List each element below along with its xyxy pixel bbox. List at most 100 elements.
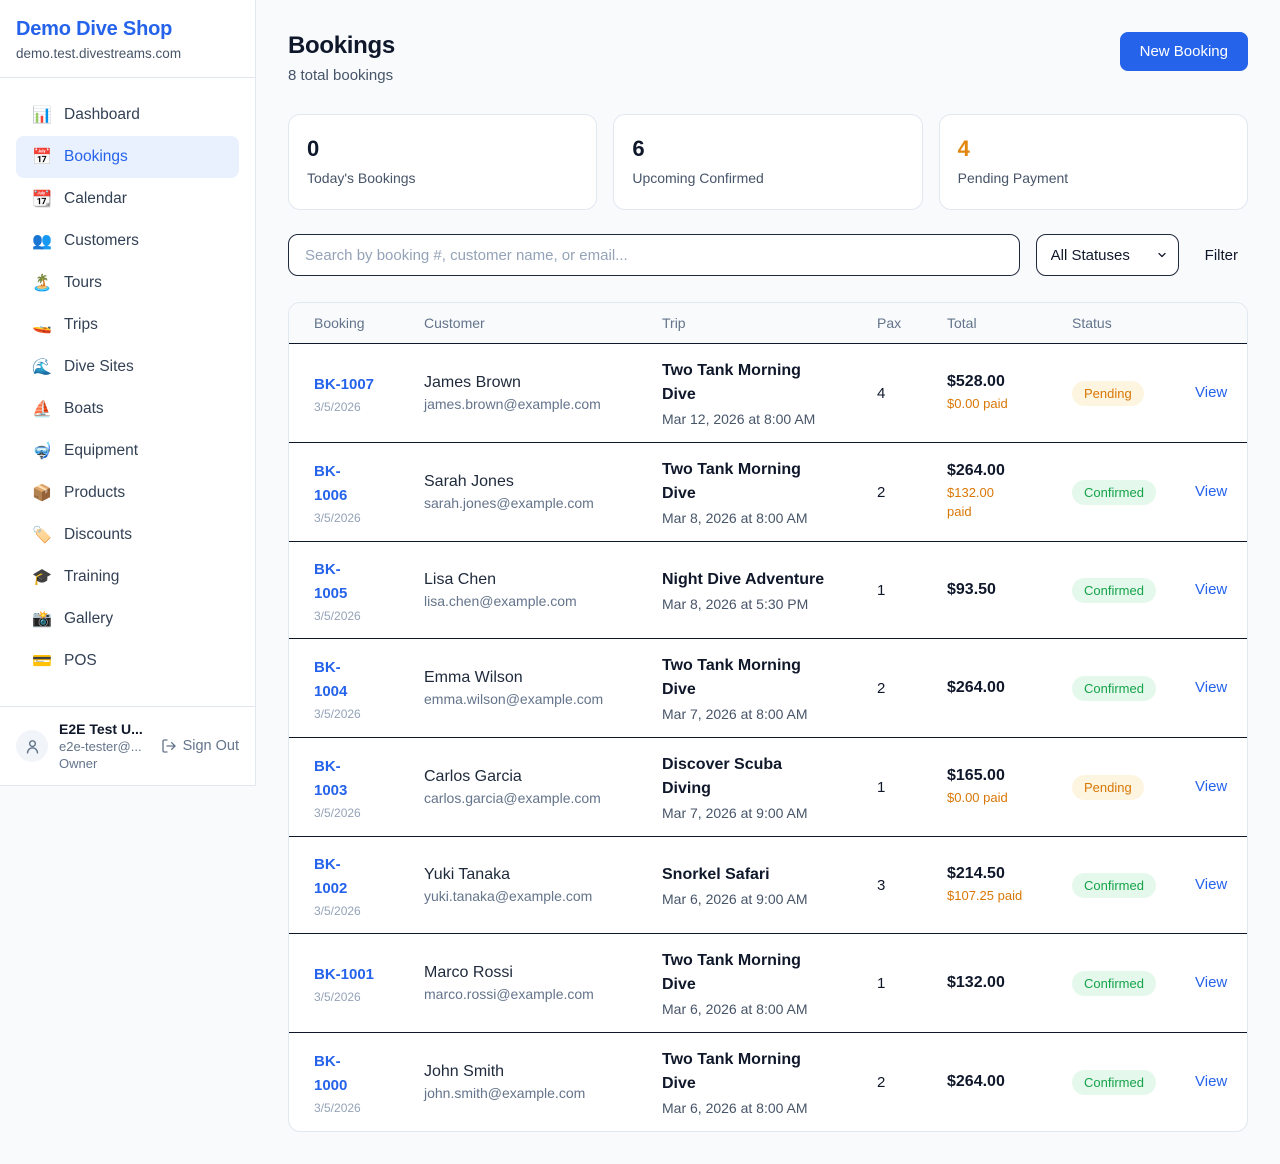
search-input[interactable] [288, 234, 1020, 276]
nav-item-label: Equipment [64, 442, 138, 460]
view-link[interactable]: View [1182, 483, 1227, 500]
table-row: BK- 1003 3/5/2026 Carlos Garcia carlos.g… [289, 738, 1247, 837]
booking-id-link[interactable]: BK- 1006 [314, 460, 347, 508]
nav-item-icon: 💳 [32, 651, 51, 671]
nav-item-icon: 🎓 [32, 567, 51, 587]
booking-id-link[interactable]: BK- 1004 [314, 656, 347, 704]
view-link[interactable]: View [1182, 384, 1227, 401]
stat-label: Pending Payment [958, 170, 1229, 186]
sidebar-item-trips[interactable]: 🚤 Trips [16, 304, 239, 346]
sidebar-item-tours[interactable]: 🏝️ Tours [16, 262, 239, 304]
trip-datetime: Mar 7, 2026 at 9:00 AM [662, 805, 877, 821]
nav-item-icon: 👥 [32, 231, 51, 251]
table-row: BK- 1005 3/5/2026 Lisa Chen lisa.chen@ex… [289, 542, 1247, 639]
nav-item-label: Bookings [64, 148, 128, 166]
customer-name: Lisa Chen [424, 571, 662, 589]
total-amount: $264.00 [947, 1073, 1072, 1091]
customer-email: marco.rossi@example.com [424, 986, 662, 1002]
sign-out-button[interactable]: Sign Out [161, 738, 239, 754]
table-row: BK-1001 3/5/2026 Marco Rossi marco.rossi… [289, 934, 1247, 1033]
user-email: e2e-tester@... [59, 739, 150, 754]
booking-date: 3/5/2026 [314, 1101, 424, 1115]
trip-name: Discover Scuba Diving [662, 753, 827, 801]
pax-count: 2 [877, 484, 947, 501]
nav-item-icon: ⛵ [32, 399, 51, 419]
pax-count: 4 [877, 385, 947, 402]
trip-datetime: Mar 6, 2026 at 8:00 AM [662, 1100, 877, 1116]
customer-email: sarah.jones@example.com [424, 495, 662, 511]
status-badge: Pending [1072, 775, 1144, 800]
trip-name: Snorkel Safari [662, 863, 827, 887]
nav-item-icon: 📦 [32, 483, 51, 503]
shop-header: Demo Dive Shop demo.test.divestreams.com [0, 0, 255, 78]
booking-date: 3/5/2026 [314, 806, 424, 820]
column-header-trip: Trip [662, 315, 877, 331]
sidebar-item-equipment[interactable]: 🤿 Equipment [16, 430, 239, 472]
nav-item-label: Gallery [64, 610, 113, 628]
customer-email: james.brown@example.com [424, 396, 662, 412]
trip-datetime: Mar 6, 2026 at 8:00 AM [662, 1001, 877, 1017]
sidebar-item-training[interactable]: 🎓 Training [16, 556, 239, 598]
booking-date: 3/5/2026 [314, 707, 424, 721]
table-row: BK- 1004 3/5/2026 Emma Wilson emma.wilso… [289, 639, 1247, 738]
nav-item-icon: 📊 [32, 105, 51, 125]
column-header-status: Status [1072, 315, 1182, 331]
sign-out-icon [161, 738, 177, 754]
view-link[interactable]: View [1182, 974, 1227, 991]
nav-item-icon: 🌊 [32, 357, 51, 377]
page-title: Bookings [288, 32, 395, 60]
booking-id-link[interactable]: BK- 1002 [314, 853, 347, 901]
view-link[interactable]: View [1182, 581, 1227, 598]
booking-id-link[interactable]: BK- 1005 [314, 558, 347, 606]
stat-label: Today's Bookings [307, 170, 578, 186]
sidebar-nav: 📊 Dashboard 📅 Bookings 📆 Calendar 👥 Cust… [0, 78, 255, 706]
user-icon [24, 738, 41, 755]
stat-card: 4 Pending Payment [939, 114, 1248, 210]
sidebar-item-boats[interactable]: ⛵ Boats [16, 388, 239, 430]
filter-button[interactable]: Filter [1195, 247, 1248, 264]
sidebar-item-customers[interactable]: 👥 Customers [16, 220, 239, 262]
trip-datetime: Mar 6, 2026 at 9:00 AM [662, 891, 877, 907]
view-link[interactable]: View [1182, 778, 1227, 795]
nav-item-label: Products [64, 484, 125, 502]
new-booking-button[interactable]: New Booking [1120, 32, 1248, 71]
customer-name: James Brown [424, 374, 662, 392]
sidebar-item-products[interactable]: 📦 Products [16, 472, 239, 514]
nav-item-label: POS [64, 652, 97, 670]
column-header-total: Total [947, 315, 1072, 331]
table-row: BK-1007 3/5/2026 James Brown james.brown… [289, 344, 1247, 443]
paid-amount: $132.00 paid [947, 484, 1072, 522]
column-header-booking: Booking [289, 315, 424, 331]
stat-value: 0 [307, 136, 578, 162]
sidebar-item-pos[interactable]: 💳 POS [16, 640, 239, 682]
booking-id-link[interactable]: BK-1001 [314, 963, 374, 987]
view-link[interactable]: View [1182, 876, 1227, 893]
sidebar-item-dive-sites[interactable]: 🌊 Dive Sites [16, 346, 239, 388]
avatar [16, 730, 48, 762]
filter-bar: All Statuses Filter [288, 234, 1248, 276]
page-header: Bookings 8 total bookings New Booking [288, 32, 1248, 84]
booking-date: 3/5/2026 [314, 400, 424, 414]
booking-id-link[interactable]: BK- 1003 [314, 755, 347, 803]
booking-id-link[interactable]: BK- 1000 [314, 1050, 347, 1098]
status-filter-select[interactable]: All Statuses [1036, 234, 1179, 276]
nav-item-icon: 📸 [32, 609, 51, 629]
user-info: E2E Test U... e2e-tester@... Owner [59, 721, 150, 771]
sidebar-item-bookings[interactable]: 📅 Bookings [16, 136, 239, 178]
customer-name: Carlos Garcia [424, 768, 662, 786]
sidebar-item-gallery[interactable]: 📸 Gallery [16, 598, 239, 640]
stat-label: Upcoming Confirmed [632, 170, 903, 186]
sidebar-item-discounts[interactable]: 🏷️ Discounts [16, 514, 239, 556]
sidebar-item-calendar[interactable]: 📆 Calendar [16, 178, 239, 220]
stat-value: 4 [958, 136, 1229, 162]
status-badge: Confirmed [1072, 1070, 1156, 1095]
status-badge: Confirmed [1072, 971, 1156, 996]
view-link[interactable]: View [1182, 679, 1227, 696]
view-link[interactable]: View [1182, 1073, 1227, 1090]
sidebar-item-dashboard[interactable]: 📊 Dashboard [16, 94, 239, 136]
trip-datetime: Mar 12, 2026 at 8:00 AM [662, 411, 877, 427]
booking-id-link[interactable]: BK-1007 [314, 373, 374, 397]
total-amount: $264.00 [947, 462, 1072, 480]
status-badge: Confirmed [1072, 480, 1156, 505]
total-amount: $528.00 [947, 373, 1072, 391]
